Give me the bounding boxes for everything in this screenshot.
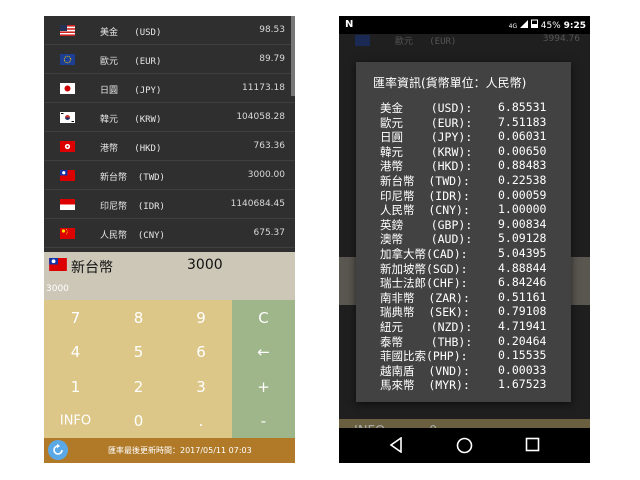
number-keypad: 7 8 9 C 4 5 6 ← 1 2 3 + INFO 0 . - xyxy=(44,300,295,438)
tw-flag-icon xyxy=(60,170,75,181)
left-phone-screen: 美金 (USD) 98.53 歐元 (EUR) 89.79 日圓 (JPY) 1… xyxy=(44,16,295,463)
system-status-bar: N 4G 45% 9:25 xyxy=(339,16,590,34)
dimmed-currency-row: 歐元 (EUR) xyxy=(395,37,457,47)
home-icon[interactable] xyxy=(456,437,473,454)
currency-row-idr[interactable]: 印尼幣 (IDR) 1140684.45 xyxy=(44,190,295,219)
backspace-button[interactable]: ← xyxy=(232,335,295,369)
android-nav-bar xyxy=(339,428,590,463)
refresh-icon xyxy=(53,443,63,455)
currency-name: 印尼幣 (IDR) xyxy=(100,202,165,212)
input-currency-label[interactable]: 新台幣 xyxy=(71,257,113,277)
clock: 9:25 xyxy=(563,21,586,31)
key-6[interactable]: 6 xyxy=(170,335,232,369)
info-button[interactable]: INFO xyxy=(44,404,107,438)
cn-flag-icon xyxy=(60,228,75,239)
currency-list[interactable]: 美金 (USD) 98.53 歐元 (EUR) 89.79 日圓 (JPY) 1… xyxy=(44,16,295,252)
eu-flag-icon xyxy=(355,35,370,46)
currency-value: 3000.00 xyxy=(247,170,285,180)
input-amount: 3000 xyxy=(187,257,223,273)
id-flag-icon xyxy=(60,199,75,210)
signal-icon xyxy=(519,20,528,28)
currency-value: 1140684.45 xyxy=(230,199,285,209)
currency-value: 675.37 xyxy=(253,228,286,238)
battery-icon xyxy=(530,19,538,29)
currency-row-twd[interactable]: 新台幣 (TWD) 3000.00 xyxy=(44,161,295,190)
key-8[interactable]: 8 xyxy=(107,300,170,335)
jp-flag-icon xyxy=(60,83,75,94)
dimmed-currency-value: 3994.76 xyxy=(542,34,580,44)
key-1[interactable]: 1 xyxy=(44,369,107,404)
key-2[interactable]: 2 xyxy=(107,369,170,404)
key-4[interactable]: 4 xyxy=(44,335,107,369)
currency-row-cny[interactable]: 人民幣 (CNY) 675.37 xyxy=(44,219,295,248)
notification-icon: N xyxy=(345,19,354,30)
clear-button[interactable]: C xyxy=(232,300,295,335)
currency-value: 104058.28 xyxy=(236,112,285,122)
key-0[interactable]: 0 xyxy=(107,404,170,438)
currency-value: 98.53 xyxy=(259,25,285,35)
last-update-text: 匯率最後更新時間：2017/05/11 07:03 xyxy=(108,446,252,455)
kr-flag-icon xyxy=(60,112,75,123)
list-scrollbar[interactable] xyxy=(291,16,295,96)
currency-row-usd[interactable]: 美金 (USD) 98.53 xyxy=(44,16,295,45)
currency-name: 新台幣 (TWD) xyxy=(100,173,165,183)
update-status-bar: 匯率最後更新時間：2017/05/11 07:03 xyxy=(44,438,295,463)
currency-value: 89.79 xyxy=(259,54,285,64)
back-icon[interactable] xyxy=(389,437,403,453)
currency-row-eur[interactable]: 歐元 (EUR) 89.79 xyxy=(44,45,295,74)
input-expression: 3000 xyxy=(46,284,69,294)
currency-name: 歐元 (EUR) xyxy=(100,57,162,67)
key-9[interactable]: 9 xyxy=(170,300,232,335)
refresh-button[interactable] xyxy=(48,440,68,460)
currency-row-krw[interactable]: 韓元 (KRW) 104058.28 xyxy=(44,103,295,132)
right-phone-screen: N 4G 45% 9:25 歐元 (EUR) 3994.76 INFO 0 . … xyxy=(339,16,590,463)
key-5[interactable]: 5 xyxy=(107,335,170,369)
currency-row-jpy[interactable]: 日圓 (JPY) 11173.18 xyxy=(44,74,295,103)
hk-flag-icon xyxy=(60,141,75,152)
currency-name: 日圓 (JPY) xyxy=(100,86,162,96)
currency-value: 11173.18 xyxy=(242,83,285,93)
currency-name: 人民幣 (CNY) xyxy=(100,231,165,241)
battery-percent: 45% xyxy=(540,21,561,31)
tw-flag-icon xyxy=(49,258,67,271)
us-flag-icon xyxy=(60,25,75,36)
currency-row-hkd[interactable]: 港幣 (HKD) 763.36 xyxy=(44,132,295,161)
decimal-button[interactable]: . xyxy=(170,404,232,438)
currency-name: 韓元 (KRW) xyxy=(100,115,162,125)
plus-button[interactable]: + xyxy=(232,369,295,404)
dialog-title: 匯率資訊(貨幣單位：人民幣) xyxy=(373,76,527,90)
status-icons: 4G 45% 9:25 xyxy=(509,19,586,31)
currency-name: 美金 (USD) xyxy=(100,28,162,38)
exchange-rate-dialog[interactable]: 匯率資訊(貨幣單位：人民幣) 美金 (USD): 6.85531 歐元 (EUR)… xyxy=(356,62,571,402)
currency-value: 763.36 xyxy=(253,141,286,151)
key-7[interactable]: 7 xyxy=(44,300,107,335)
recents-icon[interactable] xyxy=(525,437,540,452)
network-label: 4G xyxy=(508,23,518,30)
currency-name: 港幣 (HKD) xyxy=(100,144,162,154)
key-3[interactable]: 3 xyxy=(170,369,232,404)
eu-flag-icon xyxy=(60,54,75,65)
minus-button[interactable]: - xyxy=(232,404,295,438)
input-bar[interactable]: 新台幣 3000 3000 xyxy=(44,252,295,300)
